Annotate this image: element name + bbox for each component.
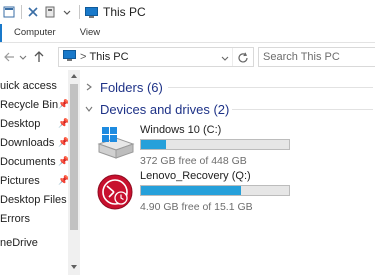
- search-box[interactable]: Search This PC: [258, 47, 375, 67]
- undo-icon[interactable]: [26, 5, 40, 19]
- refresh-icon[interactable]: [235, 50, 251, 66]
- up-icon[interactable]: [32, 47, 46, 67]
- sidebar-item-label: uick access: [0, 79, 57, 92]
- address-bar[interactable]: > This PC: [58, 47, 254, 67]
- search-input[interactable]: Search This PC: [263, 51, 340, 63]
- drive-name: Windows 10 (C:): [140, 124, 222, 136]
- sidebar-item-quick-access[interactable]: uick access: [0, 76, 70, 95]
- address-dropdown-icon[interactable]: [219, 50, 231, 66]
- toolbar-separator: [21, 5, 22, 19]
- drive-name: Lenovo_Recovery (Q:): [140, 170, 251, 182]
- devices-group-title: Devices and drives (2): [100, 101, 230, 117]
- customize-toolbar-icon[interactable]: [60, 5, 74, 19]
- scroll-down-icon[interactable]: [68, 261, 80, 273]
- window-title: This PC: [103, 5, 146, 19]
- sidebar-item-label: Pictures: [0, 174, 40, 187]
- windows-drive-icon: [96, 126, 136, 166]
- sidebar-item-desktop-files[interactable]: Desktop Files: [0, 190, 70, 209]
- sidebar-item-label: Errors: [0, 212, 30, 225]
- drive-item-q[interactable]: Lenovo_Recovery (Q:) 4.90 GB free of 15.…: [96, 170, 375, 216]
- folders-group-title: Folders (6): [100, 79, 163, 95]
- drive-usage-fill: [141, 186, 241, 195]
- navigation-row: > This PC Search This PC: [0, 42, 375, 70]
- divider: [232, 109, 373, 110]
- sidebar-item-label: Documents: [0, 155, 56, 168]
- breadcrumb-separator[interactable]: >: [80, 51, 86, 63]
- divider: [232, 48, 233, 66]
- toolbar-separator: [79, 5, 80, 19]
- properties-icon[interactable]: [2, 5, 16, 19]
- folders-group-header[interactable]: Folders (6): [82, 78, 163, 96]
- drive-free-space: 372 GB free of 448 GB: [140, 155, 247, 167]
- sidebar-scrollbar[interactable]: [68, 70, 80, 275]
- recent-locations-icon[interactable]: [16, 47, 30, 67]
- sidebar-item-label: Downloads: [0, 136, 55, 149]
- title-bar: This PC: [0, 0, 375, 24]
- devices-group-header[interactable]: Devices and drives (2): [82, 100, 229, 118]
- this-pc-icon: [63, 50, 76, 64]
- quick-access-toolbar: [0, 0, 101, 24]
- drive-item-c[interactable]: Windows 10 (C:) 372 GB free of 448 GB: [96, 124, 375, 170]
- sidebar-item-onedrive[interactable]: neDrive: [0, 233, 70, 252]
- this-pc-title-icon: [84, 5, 98, 19]
- sidebar-item-downloads[interactable]: Downloads 📌: [0, 133, 70, 152]
- sidebar-item-label: Recycle Bin: [0, 98, 59, 111]
- recovery-drive-icon: [96, 172, 136, 212]
- main-content: Folders (6) Devices and drives (2) Windo…: [82, 70, 375, 275]
- back-icon[interactable]: [2, 47, 16, 67]
- breadcrumb-this-pc[interactable]: This PC: [89, 51, 128, 63]
- sidebar-item-label: neDrive: [0, 236, 38, 249]
- drive-usage-bar: [140, 185, 290, 196]
- sidebar-item-recycle-bin[interactable]: Recycle Bin 📌: [0, 95, 70, 114]
- drive-usage-bar: [140, 139, 290, 150]
- ribbon-tabs: Computer View: [0, 24, 375, 42]
- tab-view[interactable]: View: [68, 24, 112, 42]
- scroll-up-icon[interactable]: [68, 70, 80, 82]
- drive-usage-fill: [141, 140, 167, 149]
- sidebar-item-desktop[interactable]: Desktop 📌: [0, 114, 70, 133]
- sidebar-item-errors[interactable]: Errors: [0, 209, 70, 228]
- divider: [168, 87, 373, 88]
- chevron-down-icon[interactable]: [82, 105, 96, 113]
- scroll-thumb[interactable]: [70, 84, 78, 230]
- drive-free-space: 4.90 GB free of 15.1 GB: [140, 201, 253, 213]
- sidebar-item-label: Desktop Files: [0, 193, 67, 206]
- rename-icon[interactable]: [43, 5, 57, 19]
- sidebar-item-pictures[interactable]: Pictures 📌: [0, 171, 70, 190]
- sidebar-item-documents[interactable]: Documents 📌: [0, 152, 70, 171]
- tab-computer[interactable]: Computer: [2, 24, 68, 42]
- sidebar-item-label: Desktop: [0, 117, 41, 130]
- chevron-right-icon[interactable]: [82, 83, 96, 91]
